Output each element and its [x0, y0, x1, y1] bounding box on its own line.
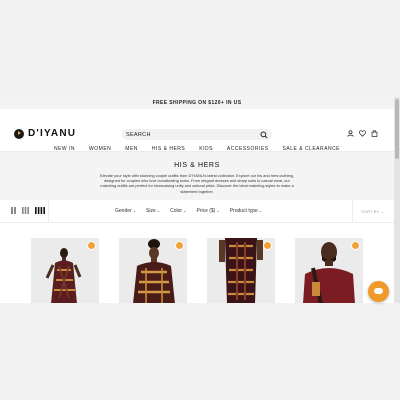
filter-size[interactable]: Size⌄ — [146, 208, 160, 214]
filter-color[interactable]: Color⌄ — [170, 208, 186, 214]
sort-by-dropdown[interactable]: SORT BY ⌄ — [361, 209, 384, 214]
filter-price-label: Price ($) — [196, 208, 216, 214]
chat-widget-button[interactable] — [368, 281, 389, 302]
collection-description: Elevate your style with stunning couple … — [100, 173, 294, 194]
filter-divider — [48, 200, 49, 222]
chevron-down-icon: ⌄ — [258, 208, 263, 213]
shipping-banner-text: FREE SHIPPING ON $120+ IN US — [152, 100, 242, 106]
product-card[interactable] — [295, 238, 363, 303]
logo-mark-icon — [14, 128, 24, 139]
three-column-view-icon[interactable] — [22, 207, 29, 214]
chevron-down-icon: ⌄ — [132, 208, 137, 213]
four-column-view-icon[interactable] — [35, 207, 45, 214]
store-page: FREE SHIPPING ON $120+ IN US D'IYANU SEA… — [0, 97, 394, 303]
scrollbar-thumb[interactable] — [395, 99, 399, 159]
site-header: D'IYANU SEARCH NEW IN WOMEN MEN HIS & HE… — [0, 109, 394, 152]
search-input[interactable]: SEARCH — [122, 129, 272, 140]
product-card[interactable] — [31, 238, 99, 303]
nav-item-women[interactable]: WOMEN — [89, 146, 111, 152]
chevron-down-icon: ⌄ — [380, 210, 385, 214]
nav-item-men[interactable]: MEN — [125, 146, 138, 152]
filter-size-label: Size — [146, 208, 156, 214]
filter-price[interactable]: Price ($)⌄ — [196, 208, 219, 214]
logo[interactable]: D'IYANU — [14, 128, 76, 139]
heart-icon[interactable] — [359, 130, 366, 137]
account-icon[interactable] — [347, 130, 354, 137]
chevron-down-icon: ⌄ — [156, 208, 161, 213]
search-icon[interactable] — [260, 130, 268, 139]
filter-gender-label: Gender — [115, 208, 132, 214]
product-grid — [0, 238, 394, 303]
chevron-down-icon: ⌄ — [183, 208, 187, 213]
nav-item-kids[interactable]: KIDS — [199, 146, 213, 152]
wishlist-badge-icon[interactable] — [351, 241, 360, 250]
filter-product-type-label: Product type — [229, 208, 258, 214]
page-scrollbar[interactable] — [394, 97, 400, 303]
shipping-banner: FREE SHIPPING ON $120+ IN US — [0, 97, 394, 109]
chevron-down-icon: ⌄ — [216, 208, 220, 213]
product-card[interactable] — [119, 238, 187, 303]
header-icons — [347, 130, 378, 137]
nav-item-new-in[interactable]: NEW IN — [54, 146, 75, 152]
main-nav: NEW IN WOMEN MEN HIS & HERS KIDS ACCESSO… — [0, 146, 394, 152]
nav-item-accessories[interactable]: ACCESSORIES — [227, 146, 269, 152]
two-column-view-icon[interactable] — [11, 207, 16, 214]
collection-hero: HIS & HERS Elevate your style with stunn… — [0, 152, 394, 200]
logo-text: D'IYANU — [28, 128, 77, 139]
filter-list: Gender⌄ Size⌄ Color⌄ Price ($)⌄ Product … — [115, 208, 262, 214]
product-card[interactable] — [207, 238, 275, 303]
bag-icon[interactable] — [371, 130, 378, 137]
wishlist-badge-icon[interactable] — [87, 241, 96, 250]
filter-gender[interactable]: Gender⌄ — [115, 208, 136, 214]
nav-item-his-hers[interactable]: HIS & HERS — [152, 146, 185, 152]
filter-color-label: Color — [170, 208, 183, 214]
sort-divider — [352, 200, 353, 222]
wishlist-badge-icon[interactable] — [263, 241, 272, 250]
search-placeholder: SEARCH — [126, 131, 151, 138]
filter-bar: Gender⌄ Size⌄ Color⌄ Price ($)⌄ Product … — [0, 200, 394, 223]
filter-product-type[interactable]: Product type⌄ — [230, 208, 262, 214]
sort-by-label: SORT BY — [361, 210, 380, 214]
grid-view-options — [11, 207, 45, 214]
page-title: HIS & HERS — [174, 162, 220, 169]
nav-item-sale-clearance[interactable]: SALE & CLEARANCE — [283, 146, 340, 152]
wishlist-badge-icon[interactable] — [175, 241, 184, 250]
